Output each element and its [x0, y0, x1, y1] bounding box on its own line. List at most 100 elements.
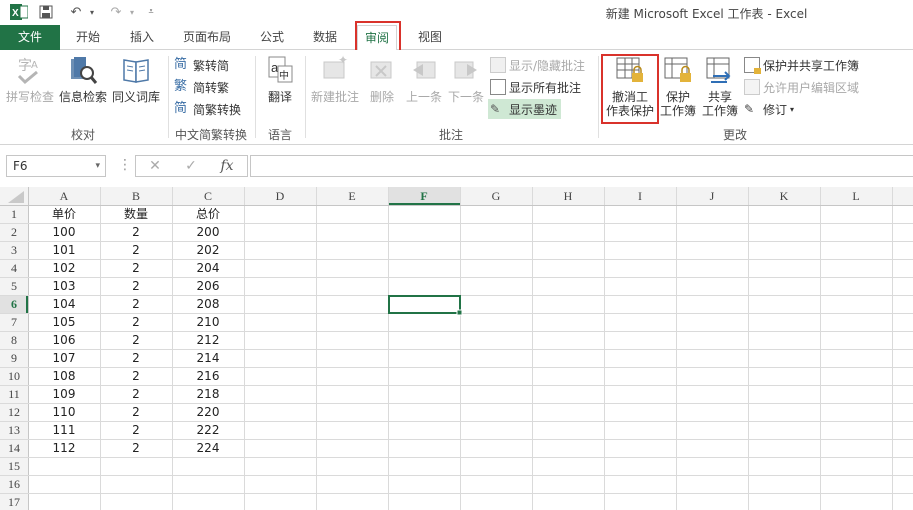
cancel-icon[interactable]: ✕: [140, 155, 170, 177]
cell-B5[interactable]: 2: [132, 279, 140, 293]
row-header-15[interactable]: 15: [8, 459, 20, 473]
row-header-16[interactable]: 16: [8, 477, 20, 491]
column-header-L[interactable]: L: [852, 189, 859, 203]
column-header-F[interactable]: F: [420, 189, 427, 203]
column-header-C[interactable]: C: [204, 189, 212, 203]
translate-button[interactable]: a中 翻译: [260, 54, 300, 120]
cell-C10[interactable]: 216: [197, 369, 220, 383]
cell-C13[interactable]: 222: [197, 423, 220, 437]
cell-C4[interactable]: 204: [197, 261, 220, 275]
column-header-K[interactable]: K: [780, 189, 789, 203]
row-header-7[interactable]: 7: [11, 315, 17, 329]
tab-file[interactable]: 文件: [0, 25, 60, 50]
track-changes-button[interactable]: ✎ 修订 ▾: [744, 99, 794, 119]
row-header-17[interactable]: 17: [8, 495, 20, 509]
cell-A1[interactable]: 单价: [52, 207, 76, 221]
cell-A6[interactable]: 104: [53, 297, 76, 311]
tab-page-layout[interactable]: 页面布局: [177, 25, 237, 50]
worksheet-grid[interactable]: A B C D E F G H I J K L 1 2 3 4 5 6 7 8 9 10 11 12 13 14 15 16 17 单价数…: [0, 187, 913, 510]
row-header-13[interactable]: 13: [8, 423, 20, 437]
cell-A13[interactable]: 111: [53, 423, 76, 437]
fill-handle[interactable]: [456, 309, 463, 316]
convert-button[interactable]: 简简繁转换: [174, 99, 241, 119]
column-header-D[interactable]: D: [276, 189, 285, 203]
cell-C2[interactable]: 200: [197, 225, 220, 239]
tab-formulas[interactable]: 公式: [252, 25, 292, 50]
column-header-I[interactable]: I: [638, 189, 642, 203]
cell-B9[interactable]: 2: [132, 351, 140, 365]
cell-A12[interactable]: 110: [53, 405, 76, 419]
row-header-12[interactable]: 12: [8, 405, 20, 419]
cell-B2[interactable]: 2: [132, 225, 140, 239]
row-header-9[interactable]: 9: [11, 351, 17, 365]
formula-input[interactable]: [250, 155, 913, 177]
new-comment-button[interactable]: ✦ 新建批注: [308, 54, 362, 120]
row-header-2[interactable]: 2: [11, 225, 17, 239]
cell-C5[interactable]: 206: [197, 279, 220, 293]
cell-B10[interactable]: 2: [132, 369, 140, 383]
cell-B7[interactable]: 2: [132, 315, 140, 329]
cell-A4[interactable]: 102: [53, 261, 76, 275]
row-header-8[interactable]: 8: [11, 333, 17, 347]
protect-share-button[interactable]: 保护并共享工作簿: [744, 55, 859, 75]
cell-A7[interactable]: 105: [53, 315, 76, 329]
cell-C14[interactable]: 224: [197, 441, 220, 455]
cell-A5[interactable]: 103: [53, 279, 76, 293]
research-button[interactable]: 信息检索: [58, 54, 108, 120]
insert-function-icon[interactable]: fx: [212, 155, 242, 177]
cell-A2[interactable]: 100: [53, 225, 76, 239]
row-header-6[interactable]: 6: [11, 297, 17, 311]
row-header-10[interactable]: 10: [8, 369, 20, 383]
thesaurus-button[interactable]: 同义词库: [110, 54, 162, 120]
cell-C3[interactable]: 202: [197, 243, 220, 257]
cell-C12[interactable]: 220: [197, 405, 220, 419]
allow-edit-ranges-button[interactable]: 允许用户编辑区域: [744, 77, 859, 97]
spelling-button[interactable]: 字A 拼写检查: [4, 54, 56, 120]
share-workbook-button[interactable]: 共享 工作簿: [700, 54, 740, 120]
column-header-A[interactable]: A: [60, 189, 69, 203]
selected-cell[interactable]: [388, 295, 461, 314]
cell-A8[interactable]: 106: [53, 333, 76, 347]
cell-C6[interactable]: 208: [197, 297, 220, 311]
cell-C11[interactable]: 218: [197, 387, 220, 401]
tab-insert[interactable]: 插入: [122, 25, 162, 50]
tab-review[interactable]: 审阅: [357, 25, 397, 51]
row-header-14[interactable]: 14: [8, 441, 20, 455]
tab-data[interactable]: 数据: [305, 25, 345, 50]
cell-B12[interactable]: 2: [132, 405, 140, 419]
cell-B13[interactable]: 2: [132, 423, 140, 437]
cell-A14[interactable]: 112: [53, 441, 76, 455]
unprotect-sheet-button[interactable]: 撤消工 作表保护: [604, 54, 656, 120]
next-comment-button[interactable]: 下一条: [446, 54, 486, 120]
cell-B14[interactable]: 2: [132, 441, 140, 455]
cell-A10[interactable]: 108: [53, 369, 76, 383]
column-header-G[interactable]: G: [492, 189, 501, 203]
row-header-4[interactable]: 4: [11, 261, 17, 275]
column-header-E[interactable]: E: [348, 189, 355, 203]
to-simplified-button[interactable]: 简繁转简: [174, 55, 229, 75]
cell-A9[interactable]: 107: [53, 351, 76, 365]
row-header-11[interactable]: 11: [8, 387, 20, 401]
tab-home[interactable]: 开始: [68, 25, 108, 50]
to-traditional-button[interactable]: 繁简转繁: [174, 77, 229, 97]
enter-icon[interactable]: ✓: [176, 155, 206, 177]
show-hide-comment-button[interactable]: 显示/隐藏批注: [490, 55, 585, 75]
previous-comment-button[interactable]: 上一条: [404, 54, 444, 120]
column-header-H[interactable]: H: [564, 189, 573, 203]
column-header-B[interactable]: B: [132, 189, 140, 203]
cell-C7[interactable]: 210: [197, 315, 220, 329]
name-box-dropdown-icon[interactable]: ▾: [95, 156, 100, 176]
protect-workbook-button[interactable]: 保护 工作簿: [658, 54, 698, 120]
cell-C9[interactable]: 214: [197, 351, 220, 365]
cell-B1[interactable]: 数量: [124, 206, 148, 221]
row-header-1[interactable]: 1: [11, 207, 17, 221]
cell-B11[interactable]: 2: [132, 387, 140, 401]
name-box[interactable]: F6 ▾: [6, 155, 106, 177]
cell-B3[interactable]: 2: [132, 243, 140, 257]
cell-A3[interactable]: 101: [53, 243, 76, 257]
cell-C1[interactable]: 总价: [196, 207, 220, 221]
show-ink-button[interactable]: ✎ 显示墨迹: [488, 99, 562, 119]
show-all-comments-button[interactable]: 显示所有批注: [490, 77, 581, 97]
row-header-5[interactable]: 5: [11, 279, 17, 293]
cell-A11[interactable]: 109: [53, 387, 76, 401]
